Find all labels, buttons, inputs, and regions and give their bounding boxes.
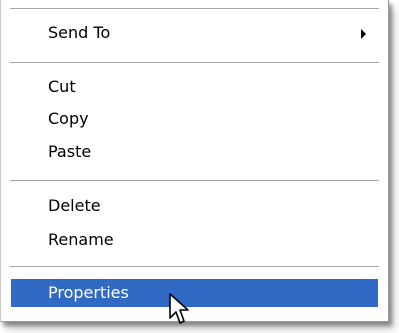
context-menu: Send To Cut Copy Paste Delete Rename Pro…	[0, 0, 389, 322]
menu-item-copy-label: Copy	[48, 109, 89, 128]
menu-item-cut[interactable]: Cut	[11, 73, 378, 101]
mouse-pointer-icon	[169, 293, 189, 324]
submenu-arrow-icon	[361, 29, 366, 39]
menu-separator	[10, 180, 379, 181]
menu-item-delete[interactable]: Delete	[11, 192, 378, 220]
menu-separator	[10, 62, 379, 63]
menu-separator-top	[10, 8, 379, 9]
menu-item-cut-label: Cut	[48, 77, 76, 96]
menu-separator	[10, 266, 379, 267]
menu-item-delete-label: Delete	[48, 196, 101, 215]
menu-item-paste-label: Paste	[48, 142, 92, 161]
menu-item-rename[interactable]: Rename	[11, 226, 378, 254]
menu-item-send-to[interactable]: Send To	[11, 19, 378, 47]
menu-item-paste[interactable]: Paste	[11, 138, 378, 166]
menu-item-properties[interactable]: Properties	[11, 279, 378, 307]
menu-item-copy[interactable]: Copy	[11, 105, 378, 133]
menu-item-properties-label: Properties	[48, 283, 129, 302]
menu-item-send-to-label: Send To	[48, 23, 111, 42]
menu-item-rename-label: Rename	[48, 230, 114, 249]
